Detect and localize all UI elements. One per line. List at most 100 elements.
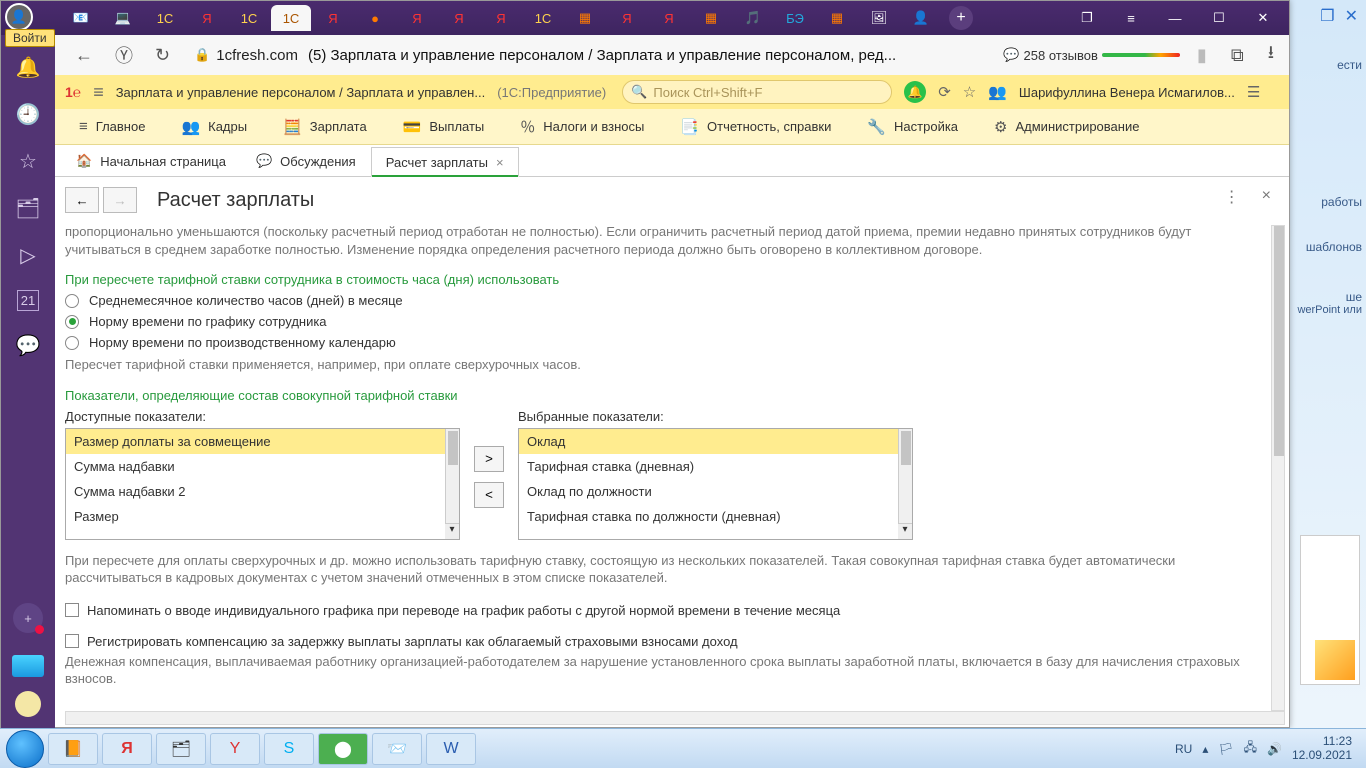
- available-listbox[interactable]: Размер доплаты за совмещение Сумма надба…: [65, 428, 460, 540]
- list-item[interactable]: Тарифная ставка (дневная): [519, 454, 912, 479]
- section-personnel[interactable]: 👥Кадры: [163, 109, 265, 144]
- horizontal-scrollbar[interactable]: [65, 711, 1285, 725]
- list-item[interactable]: Оклад: [519, 429, 912, 454]
- radio-avg-hours[interactable]: Среднемесячное количество часов (дней) в…: [65, 293, 1267, 308]
- taskbar-app[interactable]: ⬤: [318, 733, 368, 765]
- history-icon[interactable]: ⟳: [938, 83, 951, 101]
- tray-flag-icon[interactable]: 🏳: [1218, 742, 1233, 756]
- notifications-icon[interactable]: 🔔: [16, 55, 41, 80]
- section-payments[interactable]: 💳Выплаты: [385, 109, 503, 144]
- taskbar-app[interactable]: 📙: [48, 733, 98, 765]
- alice-icon[interactable]: [15, 691, 41, 717]
- collections-icon[interactable]: 🗂: [15, 196, 40, 221]
- list-item[interactable]: Оклад по должности: [519, 479, 912, 504]
- address-bar[interactable]: 🔒 1cfresh.com (5) Зарплата и управление …: [186, 47, 904, 64]
- dropdown-icon[interactable]: ▾: [445, 523, 459, 539]
- browser-tab[interactable]: ●: [355, 5, 395, 31]
- browser-tab[interactable]: Я: [481, 5, 521, 31]
- nav-back-icon[interactable]: ←: [69, 45, 99, 66]
- list-item[interactable]: Размер доплаты за совмещение: [66, 429, 459, 454]
- browser-tab[interactable]: 💻: [103, 5, 143, 31]
- new-tab-button[interactable]: +: [949, 6, 973, 30]
- vertical-scrollbar[interactable]: [1271, 225, 1285, 711]
- list-item[interactable]: Сумма надбавки 2: [66, 479, 459, 504]
- window-close-icon[interactable]: ✕: [1241, 1, 1285, 35]
- tray-sound-icon[interactable]: 🔊: [1267, 742, 1282, 756]
- section-admin[interactable]: ⚙Администрирование: [976, 109, 1157, 144]
- browser-tab[interactable]: 👤: [901, 5, 941, 31]
- taskbar-app[interactable]: 📨: [372, 733, 422, 765]
- tray-chevron-icon[interactable]: ▴: [1202, 742, 1208, 756]
- checkbox-register-compensation[interactable]: Регистрировать компенсацию за задержку в…: [65, 634, 1267, 649]
- history-icon[interactable]: 🕘: [16, 102, 41, 127]
- taskbar-app[interactable]: S: [264, 733, 314, 765]
- close-page-icon[interactable]: ×: [1262, 187, 1271, 207]
- taskbar-app[interactable]: Я: [102, 733, 152, 765]
- options-icon[interactable]: ☰: [1247, 83, 1260, 101]
- tab-discussions[interactable]: 💬Обсуждения: [241, 146, 371, 176]
- taskbar-app[interactable]: W: [426, 733, 476, 765]
- move-right-button[interactable]: >: [474, 446, 504, 472]
- browser-tab[interactable]: Я: [649, 5, 689, 31]
- win-tab-overview-icon[interactable]: ❐: [1065, 1, 1109, 35]
- browser-tab[interactable]: 🎵: [733, 5, 773, 31]
- tab-home[interactable]: 🏠Начальная страница: [61, 146, 241, 176]
- browser-tab[interactable]: 🖼: [859, 5, 899, 31]
- browser-tab[interactable]: ▦: [691, 5, 731, 31]
- add-panel-button[interactable]: +: [13, 603, 43, 633]
- selected-listbox[interactable]: Оклад Тарифная ставка (дневная) Оклад по…: [518, 428, 913, 540]
- browser-tab[interactable]: Я: [607, 5, 647, 31]
- browser-tab[interactable]: Я: [397, 5, 437, 31]
- page-forward-button[interactable]: →: [103, 187, 137, 213]
- move-left-button[interactable]: <: [474, 482, 504, 508]
- extensions-icon[interactable]: ⧉: [1224, 45, 1251, 66]
- list-item[interactable]: Тарифная ставка по должности (дневная): [519, 504, 912, 529]
- section-reports[interactable]: 📑Отчетность, справки: [662, 109, 849, 144]
- radio-by-calendar[interactable]: Норму времени по производственному кален…: [65, 335, 1267, 350]
- list-item[interactable]: Сумма надбавки: [66, 454, 459, 479]
- more-icon[interactable]: ⋮: [1224, 187, 1240, 207]
- sidebar-app-icon[interactable]: [12, 655, 44, 677]
- browser-tab[interactable]: 📧: [61, 5, 101, 31]
- media-icon[interactable]: ▷: [20, 243, 35, 268]
- taskbar-app[interactable]: 🗂: [156, 733, 206, 765]
- browser-tab[interactable]: Я: [313, 5, 353, 31]
- calendar-icon[interactable]: 21: [17, 290, 39, 311]
- browser-tab-active[interactable]: 1C: [271, 5, 311, 31]
- menu-icon[interactable]: ≡: [93, 82, 104, 103]
- tray-clock[interactable]: 11:23 12.09.2021: [1292, 735, 1352, 763]
- downloads-icon[interactable]: ⭳: [1261, 40, 1281, 70]
- tray-lang[interactable]: RU: [1175, 742, 1192, 756]
- nav-reload-icon[interactable]: ↻: [149, 45, 176, 66]
- browser-tab[interactable]: ▦: [817, 5, 857, 31]
- bookmarks-icon[interactable]: ☆: [19, 149, 37, 174]
- window-maximize-icon[interactable]: ☐: [1197, 1, 1241, 35]
- tab-salary-calc[interactable]: Расчет зарплаты×: [371, 147, 519, 177]
- user-name[interactable]: Шарифуллина Венера Исмагилов...: [1019, 85, 1235, 100]
- section-salary[interactable]: 🧮Зарплата: [265, 109, 385, 144]
- login-badge[interactable]: 👤 Войти: [5, 3, 55, 47]
- list-item[interactable]: Размер: [66, 504, 459, 529]
- browser-tab[interactable]: 1C: [523, 5, 563, 31]
- checkbox-remind-schedule[interactable]: Напоминать о вводе индивидуального графи…: [65, 603, 1267, 618]
- radio-by-schedule[interactable]: Норму времени по графику сотрудника: [65, 314, 1267, 329]
- browser-tab[interactable]: Я: [187, 5, 227, 31]
- taskbar-app[interactable]: Y: [210, 733, 260, 765]
- browser-tab[interactable]: 1C: [229, 5, 269, 31]
- window-minimize-icon[interactable]: —: [1153, 1, 1197, 35]
- chat-icon[interactable]: 💬: [16, 333, 41, 358]
- dropdown-icon[interactable]: ▾: [898, 523, 912, 539]
- browser-tab[interactable]: ▦: [565, 5, 605, 31]
- search-input[interactable]: 🔍 Поиск Ctrl+Shift+F: [622, 80, 892, 104]
- bell-icon[interactable]: 🔔: [904, 81, 926, 103]
- win-menu-icon[interactable]: ≡: [1109, 1, 1153, 35]
- close-icon[interactable]: ×: [496, 155, 504, 170]
- section-settings[interactable]: 🔧Настройка: [849, 109, 976, 144]
- tray-network-icon[interactable]: 🖧: [1244, 738, 1257, 759]
- yandex-home-icon[interactable]: Ⓨ: [109, 42, 139, 68]
- bookmark-icon[interactable]: ▮: [1190, 45, 1214, 66]
- favorite-icon[interactable]: ☆: [963, 83, 976, 101]
- browser-tab[interactable]: БЭ: [775, 5, 815, 31]
- browser-tab[interactable]: 1C: [145, 5, 185, 31]
- browser-tab[interactable]: Я: [439, 5, 479, 31]
